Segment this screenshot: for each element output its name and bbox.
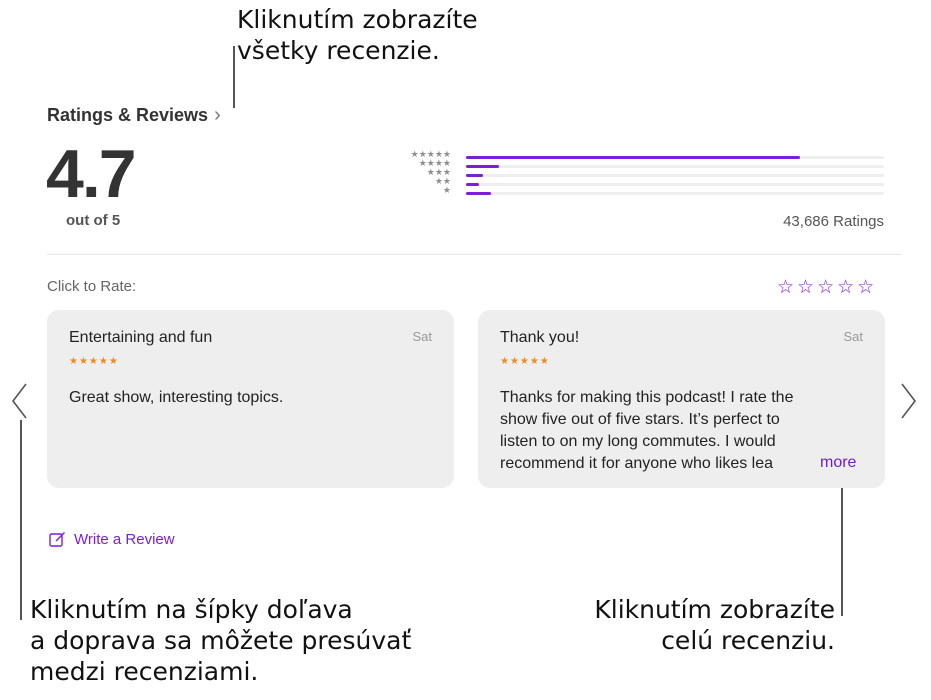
callout-top-line <box>233 46 235 108</box>
ratings-count: 43,686 Ratings <box>783 213 884 230</box>
write-review-label: Write a Review <box>74 531 175 548</box>
review-stars: ★★★★★ <box>500 356 550 367</box>
star-label-2: ★★ <box>434 176 451 186</box>
review-date: Sat <box>412 329 432 344</box>
callout-right-line1: Kliknutím zobrazíte <box>594 595 835 624</box>
distribution-bar-track <box>466 174 884 177</box>
review-body-line: show five out of five stars. It’s perfec… <box>500 411 780 428</box>
review-date: Sat <box>843 329 863 344</box>
callout-left: Kliknutím na šípky doľava a doprava sa m… <box>30 594 411 687</box>
callout-right-line2: celú recenziu. <box>661 626 835 655</box>
review-title: Entertaining and fun <box>69 329 213 346</box>
ratings-reviews-link[interactable]: Ratings & Reviews › <box>47 104 221 127</box>
review-body-line: listen to on my long commutes. I would <box>500 433 776 450</box>
chevron-right-icon <box>901 383 917 419</box>
more-link[interactable]: more <box>816 454 857 472</box>
review-body: Great show, interesting topics. <box>69 389 284 406</box>
compose-icon <box>49 532 65 547</box>
rate-stars-input[interactable]: ☆☆☆☆☆ <box>777 276 877 299</box>
text-fade <box>778 453 818 475</box>
review-body-line: Thanks for making this podcast! I rate t… <box>500 389 794 406</box>
chevron-left-icon <box>11 383 27 419</box>
review-title: Thank you! <box>500 329 580 346</box>
callout-left-line <box>20 420 22 620</box>
callout-left-line2: a doprava sa môžete presúvať <box>30 626 412 655</box>
average-rating: 4.7 <box>46 136 137 212</box>
star-labels: ★★★★★ ★★★★ ★★★ ★★ ★ <box>390 150 451 195</box>
callout-right: Kliknutím zobrazíte celú recenziu. <box>594 594 835 656</box>
callout-top-line1: Kliknutím zobrazíte <box>237 5 478 34</box>
page-title: Ratings & Reviews <box>47 105 209 125</box>
distribution-bar-track <box>466 192 884 195</box>
distribution-bar-fill <box>466 156 801 159</box>
review-card[interactable]: Thank you! Sat ★★★★★ Thanks for making t… <box>478 310 885 488</box>
distribution-bar-fill <box>466 165 500 168</box>
chevron-right-icon: › <box>214 104 221 126</box>
review-card[interactable]: Entertaining and fun Sat ★★★★★ Great sho… <box>47 310 454 488</box>
callout-left-line3: medzi recenziami. <box>30 657 259 686</box>
callout-left-line1: Kliknutím na šípky doľava <box>30 595 353 624</box>
write-review-button[interactable]: Write a Review <box>49 531 175 548</box>
out-of-label: out of 5 <box>66 212 121 229</box>
click-to-rate-label: Click to Rate: <box>47 278 137 295</box>
distribution-bar-fill <box>466 192 492 195</box>
divider <box>47 254 901 255</box>
distribution-bar-track <box>466 165 884 168</box>
star-label-1: ★ <box>442 185 451 195</box>
callout-top: Kliknutím zobrazíte všetky recenzie. <box>237 4 478 66</box>
prev-review-button[interactable] <box>10 382 28 427</box>
distribution-bar-fill <box>466 174 483 177</box>
distribution-bar-fill <box>466 183 479 186</box>
review-stars: ★★★★★ <box>69 356 119 367</box>
next-review-button[interactable] <box>900 382 918 427</box>
distribution-bar-track <box>466 183 884 186</box>
callout-right-line <box>841 476 843 616</box>
callout-top-line2: všetky recenzie. <box>237 36 440 65</box>
